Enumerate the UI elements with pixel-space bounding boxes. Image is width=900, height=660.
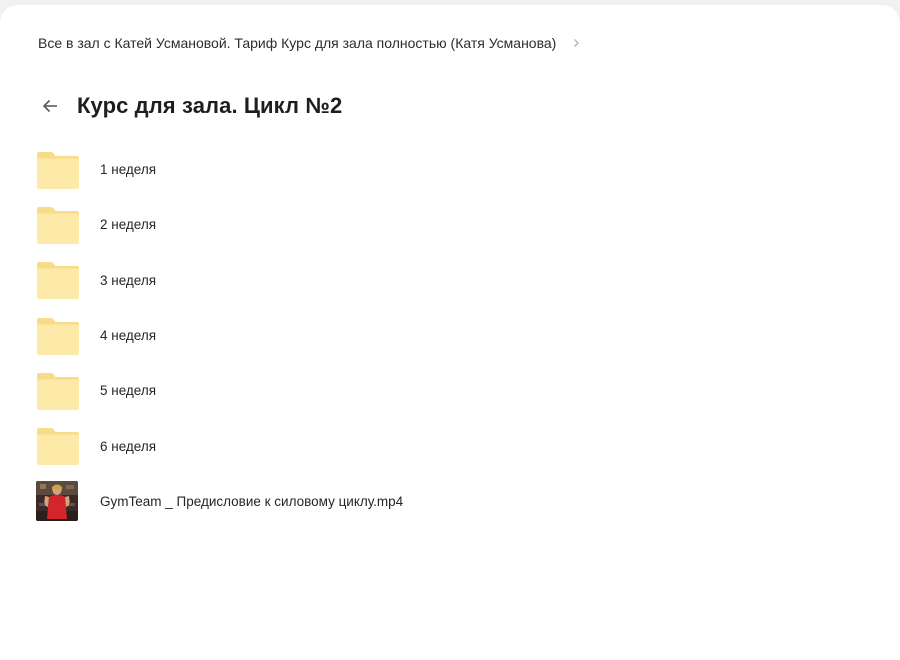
arrow-left-icon [42, 99, 57, 113]
folder-icon [36, 203, 80, 247]
folder-icon [36, 369, 80, 413]
video-thumbnail-image [36, 481, 78, 522]
list-item-label: 4 неделя [100, 328, 157, 344]
list-item-video[interactable]: GymTeam _ Предисловие к силовому циклу.m… [36, 474, 856, 529]
breadcrumb: Все в зал с Катей Усмановой. Тариф Курс … [38, 35, 582, 51]
list-item-label: 5 неделя [100, 383, 157, 399]
folder-icon [36, 258, 80, 302]
list-item-label: 3 неделя [100, 272, 157, 288]
breadcrumb-parent-link[interactable]: Все в зал с Катей Усмановой. Тариф Курс … [38, 35, 556, 51]
title-row: Курс для зала. Цикл №2 [38, 89, 342, 123]
list-item-label: 2 неделя [100, 217, 157, 233]
chevron-right-icon [570, 37, 582, 49]
folder-icon [36, 314, 80, 358]
folder-icon [36, 148, 80, 192]
list-item-folder-2[interactable]: 2 неделя [36, 197, 856, 252]
folder-icon [36, 424, 80, 468]
list-item-folder-5[interactable]: 5 неделя [36, 363, 856, 418]
file-browser-panel: Все в зал с Катей Усмановой. Тариф Курс … [0, 5, 900, 660]
list-item-label: 6 неделя [100, 438, 157, 454]
page-title: Курс для зала. Цикл №2 [77, 93, 343, 118]
list-item-label: GymTeam _ Предисловие к силовому циклу.m… [100, 493, 404, 509]
list-item-folder-4[interactable]: 4 неделя [36, 308, 856, 363]
list-item-folder-3[interactable]: 3 неделя [36, 253, 856, 308]
file-list: 1 неделя 2 неделя 3 неделя 4 неделя 5 не… [36, 142, 856, 529]
list-item-label: 1 неделя [100, 162, 157, 178]
list-item-folder-6[interactable]: 6 неделя [36, 418, 856, 473]
back-button[interactable] [38, 94, 62, 118]
video-thumbnail [36, 479, 80, 523]
list-item-folder-1[interactable]: 1 неделя [36, 142, 856, 197]
